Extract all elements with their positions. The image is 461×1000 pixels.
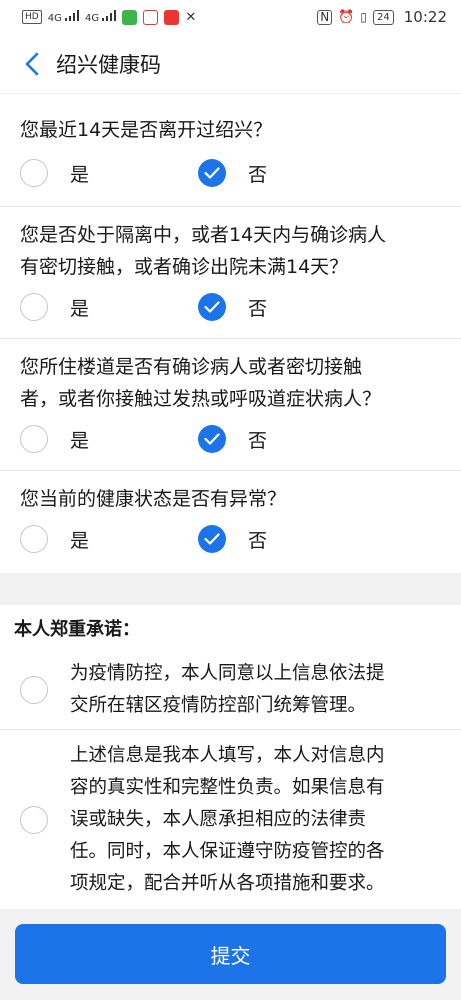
radio-unchecked-icon xyxy=(20,525,48,553)
nfc-icon: N xyxy=(317,9,333,25)
hd-badge: HD xyxy=(22,10,42,24)
submit-button[interactable]: 提交 xyxy=(15,924,446,984)
status-bar: HD 4G 4G ✕ N ⏰ ▯ 24 10:22 xyxy=(0,0,461,34)
option-yes[interactable]: 是 xyxy=(20,525,198,553)
section-divider xyxy=(0,573,461,605)
option-no[interactable]: 否 xyxy=(198,159,267,187)
pledge-item-responsibility[interactable]: 上述信息是我本人填写，本人对信息内 容的真实性和完整性负责。如果信息有 误或缺失… xyxy=(0,729,461,909)
question-options: 是 否 xyxy=(20,293,441,321)
radio-checked-icon xyxy=(198,525,226,553)
form-content: 您最近14天是否离开过绍兴？ 是 否 您是否处于隔离中，或者14天内与确诊病人 … xyxy=(0,94,461,909)
question-text: 您当前的健康状态是否有异常？ xyxy=(20,488,287,510)
battery-icon: 24 xyxy=(373,9,394,25)
question-options: 是 否 xyxy=(20,425,441,453)
question-text: 您是否处于隔离中，或者14天内与确诊病人 有密切接触，或者确诊出院未满14天？ xyxy=(20,224,387,278)
question-list: 您最近14天是否离开过绍兴？ 是 否 您是否处于隔离中，或者14天内与确诊病人 … xyxy=(0,94,461,573)
question-options: 是 否 xyxy=(20,525,441,553)
question-options: 是 否 xyxy=(20,159,441,187)
pledge-section: 本人郑重承诺： 为疫情防控，本人同意以上信息依法提 交所在辖区疫情防控部门统筹管… xyxy=(0,605,461,909)
app-notification-icon-3 xyxy=(164,9,180,25)
radio-unchecked-icon xyxy=(20,293,48,321)
option-yes[interactable]: 是 xyxy=(20,159,198,187)
pledge-text: 为疫情防控，本人同意以上信息依法提 交所在辖区疫情防控部门统筹管理。 xyxy=(70,663,385,716)
question-item: 您是否处于隔离中，或者14天内与确诊病人 有密切接触，或者确诊出院未满14天？ … xyxy=(0,207,461,339)
pledge-title: 本人郑重承诺： xyxy=(14,619,140,640)
question-text: 您最近14天是否离开过绍兴？ xyxy=(20,119,273,141)
page-title: 绍兴健康码 xyxy=(56,52,161,77)
app-notification-icon-4: ✕ xyxy=(185,9,197,25)
signal-icon-2: 4G xyxy=(85,10,117,24)
option-yes[interactable]: 是 xyxy=(20,293,198,321)
question-text: 您所住楼道是否有确诊病人或者密切接触 者，或者你接触过发热或呼吸道症状病人？ xyxy=(20,356,382,410)
option-no[interactable]: 否 xyxy=(198,425,267,453)
option-no[interactable]: 否 xyxy=(198,525,267,553)
signal-icon: 4G xyxy=(48,10,80,24)
radio-unchecked-icon xyxy=(20,676,48,704)
question-item: 您最近14天是否离开过绍兴？ 是 否 xyxy=(0,94,461,207)
question-item: 您当前的健康状态是否有异常？ 是 否 xyxy=(0,471,461,573)
status-time: 10:22 xyxy=(403,8,447,26)
pledge-item-consent[interactable]: 为疫情防控，本人同意以上信息依法提 交所在辖区疫情防控部门统筹管理。 xyxy=(0,651,461,729)
option-yes[interactable]: 是 xyxy=(20,425,198,453)
radio-unchecked-icon xyxy=(20,159,48,187)
question-item: 您所住楼道是否有确诊病人或者密切接触 者，或者你接触过发热或呼吸道症状病人？ 是… xyxy=(0,339,461,471)
app-notification-icon xyxy=(122,9,138,25)
radio-checked-icon xyxy=(198,425,226,453)
radio-checked-icon xyxy=(198,293,226,321)
submit-area: 提交 xyxy=(0,910,461,1000)
pledge-text: 上述信息是我本人填写，本人对信息内 容的真实性和完整性负责。如果信息有 误或缺失… xyxy=(70,744,385,894)
radio-unchecked-icon xyxy=(20,805,48,834)
vibrate-icon: ▯ xyxy=(360,10,368,24)
radio-unchecked-icon xyxy=(20,425,48,453)
option-no[interactable]: 否 xyxy=(198,293,267,321)
app-notification-icon-2 xyxy=(143,9,159,25)
radio-checked-icon xyxy=(198,159,226,187)
alarm-icon: ⏰ xyxy=(338,9,355,25)
chevron-left-icon[interactable] xyxy=(12,44,52,84)
nav-bar: 绍兴健康码 xyxy=(0,34,461,94)
